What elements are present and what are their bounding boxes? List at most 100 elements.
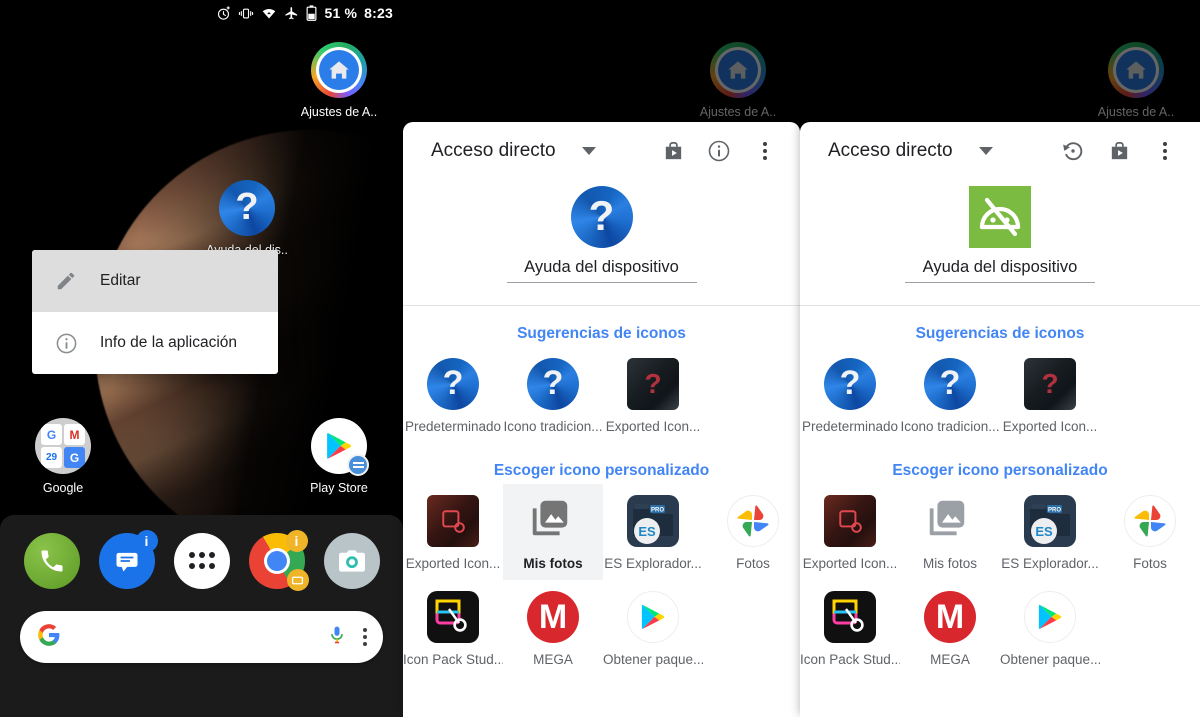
- es-file-explorer-icon: ES PRO: [1024, 495, 1076, 547]
- home-app-ajustes[interactable]: Ajustes de A..: [284, 42, 394, 119]
- icon-option-predeterminado[interactable]: ? Predeterminado: [800, 347, 900, 443]
- google-search-bar[interactable]: [20, 611, 383, 663]
- restore-icon[interactable]: [1050, 128, 1096, 174]
- house-glyph: [710, 42, 766, 98]
- home-app-ayuda[interactable]: ? Ayuda del dis..: [192, 180, 302, 257]
- home-screen: 51 % 8:23 Ajustes de A.. ? Ayuda del dis…: [0, 0, 403, 717]
- icon-source-mega[interactable]: M MEGA: [503, 580, 603, 676]
- app-settings-icon: [1108, 42, 1164, 98]
- icon-source-es-explorador[interactable]: ES PRO ES Explorador...: [1000, 484, 1100, 580]
- section-title-suggestions: Sugerencias de iconos: [915, 325, 1085, 342]
- battery-percent-label: 51 %: [324, 5, 358, 21]
- house-glyph: [1108, 42, 1164, 98]
- ghost-app-label: Ajustes de A..: [1097, 105, 1175, 119]
- play-store-icon: [1024, 591, 1076, 643]
- context-menu-item-label: Editar: [100, 272, 141, 289]
- play-store-icon[interactable]: [311, 418, 369, 476]
- section-title-custom: Escoger icono personalizado: [493, 462, 710, 479]
- question-mark-icon[interactable]: ?: [219, 180, 275, 236]
- google-folder-icon[interactable]: G M 29 G: [35, 418, 91, 474]
- icon-source-mis-fotos[interactable]: Mis fotos: [503, 484, 603, 580]
- chevron-down-icon[interactable]: [978, 147, 993, 155]
- suggestions-grid: ? Predeterminado ? Icono tradicion... ? …: [800, 347, 1200, 443]
- app-drawer-icon[interactable]: [173, 533, 230, 589]
- app-settings-icon[interactable]: [311, 42, 367, 98]
- chrome-icon[interactable]: i: [248, 530, 309, 591]
- section-title-custom: Escoger icono personalizado: [892, 462, 1108, 479]
- store-export-icon[interactable]: [650, 128, 696, 174]
- screen: Ajustes de A.. Ajustes de A.. 51 % 8:23 …: [0, 0, 1200, 717]
- icon-source-mega[interactable]: M MEGA: [900, 580, 1000, 676]
- icon-source-fotos[interactable]: Fotos: [703, 484, 800, 580]
- google-photos-icon: [1124, 495, 1176, 547]
- icon-source-label: ES Explorador...: [1001, 556, 1099, 571]
- question-mark-icon: ?: [527, 358, 579, 410]
- mega-icon: M: [527, 591, 579, 643]
- panel-divider: [800, 305, 1200, 306]
- playstore-update-badge: [347, 454, 369, 476]
- icon-source-obtener-paquetes[interactable]: Obtener paque...: [603, 580, 703, 676]
- search-overflow-icon[interactable]: [363, 628, 367, 646]
- icon-preview: ? Ayuda del dispositivo: [403, 180, 800, 283]
- exported-icon-red: [824, 495, 876, 547]
- icon-source-obtener-paquetes[interactable]: Obtener paque...: [1000, 580, 1100, 676]
- ghost-app-ajustes-2: Ajustes de A..: [1081, 42, 1191, 119]
- home-app-playstore[interactable]: Play Store: [284, 418, 394, 495]
- mega-icon: M: [924, 591, 976, 643]
- icon-source-exported[interactable]: Exported Icon...: [403, 484, 503, 580]
- google-g-icon: [36, 622, 62, 653]
- icon-source-icon-pack-studio[interactable]: Icon Pack Stud...: [403, 580, 503, 676]
- more-vertical-icon[interactable]: [742, 128, 788, 174]
- icon-source-es-explorador[interactable]: ES PRO ES Explorador...: [603, 484, 703, 580]
- icon-source-label: Obtener paque...: [603, 652, 703, 667]
- microphone-icon[interactable]: [327, 624, 347, 651]
- chevron-down-icon[interactable]: [581, 147, 596, 155]
- svg-text:PRO: PRO: [1048, 508, 1061, 514]
- shortcut-name-input[interactable]: Ayuda del dispositivo: [905, 258, 1095, 283]
- chrome-info-badge: i: [285, 530, 308, 552]
- home-folder-google[interactable]: G M 29 G Google: [8, 418, 118, 495]
- custom-icon-grid-row2: Icon Pack Stud... M MEGA Obtener paque..…: [800, 580, 1200, 676]
- phone-icon[interactable]: [23, 533, 80, 589]
- icon-editor-panel-right: Acceso directo Ayuda del dispositivo Sug…: [800, 122, 1200, 717]
- icon-source-mis-fotos[interactable]: Mis fotos: [900, 484, 1000, 580]
- wifi-icon: [261, 6, 277, 21]
- icon-source-fotos[interactable]: Fotos: [1100, 484, 1200, 580]
- icon-option-label: Predeterminado: [801, 419, 899, 434]
- icon-option-exported-dark[interactable]: ? Exported Icon...: [603, 347, 703, 443]
- home-folder-label: Google: [42, 481, 84, 495]
- messages-icon[interactable]: i: [98, 530, 158, 589]
- context-menu-item-info[interactable]: Info de la aplicación: [32, 312, 278, 374]
- shortcut-name-input[interactable]: Ayuda del dispositivo: [506, 258, 697, 283]
- chrome-cast-badge: [286, 569, 309, 591]
- icon-option-label: Predeterminado: [404, 419, 502, 434]
- icon-option-label: Icono tradicion...: [900, 419, 1000, 434]
- icon-source-icon-pack-studio[interactable]: Icon Pack Stud...: [800, 580, 900, 676]
- info-icon[interactable]: [696, 128, 742, 174]
- android-green-icon[interactable]: [969, 186, 1031, 248]
- icon-source-label: Fotos: [736, 556, 770, 571]
- context-menu-item-editar[interactable]: Editar: [32, 250, 278, 312]
- custom-icon-grid-row1: Exported Icon... Mis fotos ES PRO ES Exp…: [800, 484, 1200, 580]
- icon-option-tradicional[interactable]: ? Icono tradicion...: [900, 347, 1000, 443]
- icon-source-label: Icon Pack Stud...: [403, 652, 503, 667]
- home-app-label: Play Store: [310, 481, 368, 495]
- icon-option-tradicional[interactable]: ? Icono tradicion...: [503, 347, 603, 443]
- icon-option-exported-dark[interactable]: ? Exported Icon...: [1000, 347, 1100, 443]
- icon-pack-studio-icon: [427, 591, 479, 643]
- icon-source-exported[interactable]: Exported Icon...: [800, 484, 900, 580]
- store-export-icon[interactable]: [1096, 128, 1142, 174]
- icon-option-label: Exported Icon...: [1002, 419, 1098, 434]
- ghost-app-label: Ajustes de A..: [699, 105, 777, 119]
- icon-preview: Ayuda del dispositivo: [800, 180, 1200, 283]
- icon-option-label: Icono tradicion...: [503, 419, 603, 434]
- more-vertical-icon[interactable]: [1142, 128, 1188, 174]
- svg-text:PRO: PRO: [651, 508, 664, 514]
- icon-source-label: Exported Icon...: [802, 556, 898, 571]
- messages-info-badge: i: [135, 530, 158, 552]
- camera-icon[interactable]: [323, 533, 380, 589]
- question-mark-icon[interactable]: ?: [570, 186, 633, 248]
- clock-label: 8:23: [364, 5, 393, 21]
- panel-title: Acceso directo: [431, 140, 556, 161]
- icon-option-predeterminado[interactable]: ? Predeterminado: [403, 347, 503, 443]
